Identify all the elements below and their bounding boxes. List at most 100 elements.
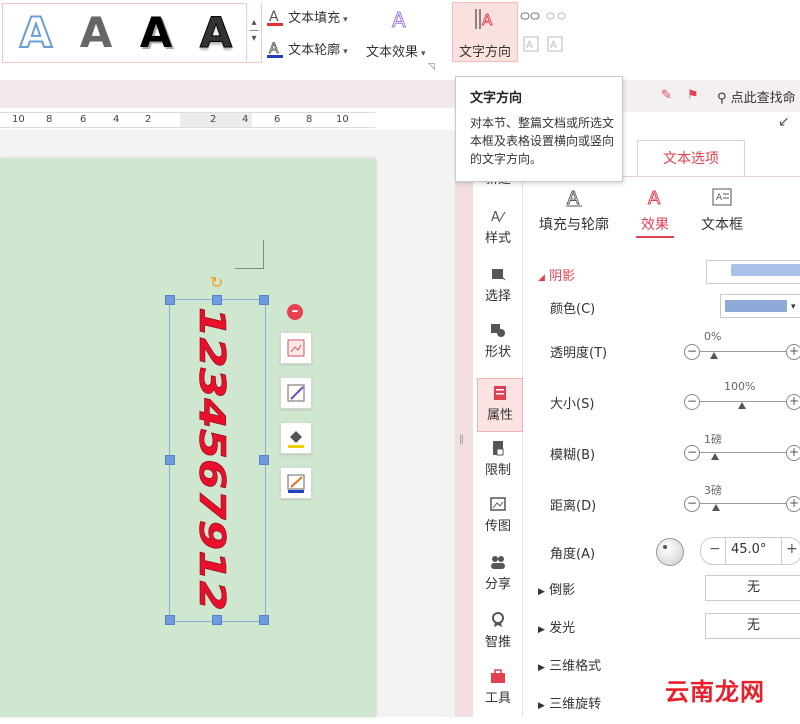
svg-text:A: A — [567, 188, 580, 208]
prev-textbox-icon[interactable]: A — [522, 35, 540, 57]
command-search-label: 点此查找命 — [730, 91, 796, 106]
tab-share-label: 分享 — [484, 577, 511, 592]
svg-text:A: A — [269, 9, 279, 25]
subtab-fill-outline-label: 填充与轮廓 — [539, 217, 609, 233]
ruler-tick: 8 — [306, 114, 313, 125]
shape-outline-button[interactable] — [280, 467, 312, 499]
ruler-tick: 4 — [113, 114, 120, 125]
text-direction-button[interactable]: A 文字方向 — [452, 2, 518, 62]
svg-text:A: A — [550, 40, 557, 51]
tab-style[interactable]: A 样式 — [474, 208, 522, 264]
svg-text:A: A — [648, 188, 661, 208]
text-direction-tooltip: 文字方向 对本节、整篇文档或所选文本框及表格设置横向或竖向的文字方向。 — [455, 76, 623, 182]
tab-properties[interactable]: 属性 — [477, 378, 523, 432]
tab-share[interactable]: 分享 — [474, 554, 522, 610]
tab-tools-label: 工具 — [484, 691, 511, 706]
reflection-dropdown[interactable]: 无 — [705, 575, 800, 601]
tab-restrict[interactable]: 限制 — [474, 440, 522, 496]
subtab-textbox[interactable]: A 文本框 — [700, 186, 744, 234]
resize-handle[interactable] — [212, 615, 222, 625]
properties-icon — [492, 385, 508, 401]
flag-icon[interactable]: ⚑ — [687, 88, 699, 103]
resize-handle[interactable] — [165, 615, 175, 625]
angle-spinner[interactable]: − 45.0° + — [700, 537, 800, 565]
tab-tools[interactable]: 工具 — [474, 668, 522, 724]
subtab-effects-label: 效果 — [641, 217, 669, 233]
angle-dial[interactable] — [656, 538, 684, 566]
wordart-style-2[interactable]: A — [71, 8, 121, 58]
expand-triangle-icon: ◢ — [538, 273, 545, 283]
rotation-3d-label: 三维旋转 — [549, 697, 602, 712]
text-outline-icon: A — [266, 40, 284, 62]
subtab-fill-outline[interactable]: A 填充与轮廓 — [537, 186, 611, 234]
wordart-style-4[interactable]: A — [191, 8, 241, 58]
distance-slider[interactable]: − + 3磅 — [684, 484, 800, 514]
format-3d-section[interactable]: ▶ 三维格式 — [538, 655, 601, 674]
vertical-text: 1234567912 — [191, 307, 232, 611]
resize-handle[interactable] — [259, 615, 269, 625]
collapse-arrow-icon[interactable]: ↙ — [778, 114, 790, 130]
collapsed-triangle-icon: ▶ — [538, 701, 545, 711]
collapsed-triangle-icon: ▶ — [538, 625, 545, 635]
blur-slider[interactable]: − + 1磅 — [684, 433, 800, 463]
ruler-tick: 6 — [80, 114, 87, 125]
ruler-tick: 2 — [145, 114, 152, 125]
subtab-effects[interactable]: A 效果 — [636, 186, 674, 238]
glow-section[interactable]: ▶ 发光 — [538, 617, 575, 636]
tab-recommend[interactable]: 智推 — [474, 612, 522, 668]
recommend-icon — [490, 612, 506, 628]
unlink-textbox-icon[interactable] — [546, 9, 566, 27]
shadow-section[interactable]: ◢ 阴影 — [538, 265, 575, 284]
remove-icon[interactable]: – — [287, 304, 303, 320]
layout-option-button[interactable] — [280, 332, 312, 364]
angle-value[interactable]: 45.0° — [731, 542, 766, 557]
doc-check-icon[interactable]: ✎ — [661, 88, 672, 103]
tab-select[interactable]: 选择 — [474, 266, 522, 322]
reflection-section[interactable]: ▶ 倒影 — [538, 579, 575, 598]
fill-outline-icon: A — [537, 186, 611, 212]
blur-label: 模糊(B) — [550, 448, 596, 463]
shape-style-button[interactable] — [280, 377, 312, 409]
link-textbox-icon[interactable] — [520, 9, 540, 27]
dialog-launcher-icon[interactable]: ◹ — [428, 62, 435, 72]
rotate-handle-icon[interactable]: ↻ — [210, 273, 223, 292]
svg-text:A: A — [716, 193, 723, 203]
glow-dropdown[interactable]: 无 — [705, 613, 800, 639]
next-textbox-icon[interactable]: A — [546, 35, 564, 57]
resize-handle[interactable] — [212, 295, 222, 305]
tooltip-title: 文字方向 — [470, 91, 523, 106]
tab-text-options[interactable]: 文本选项 — [637, 140, 745, 177]
shadow-color-picker[interactable]: ▾ — [720, 294, 800, 318]
wordart-style-1[interactable]: A — [11, 7, 61, 58]
wordart-style-3[interactable]: A — [131, 8, 181, 58]
tab-upload-image[interactable]: 传图 — [474, 496, 522, 552]
glow-label: 发光 — [549, 621, 576, 636]
command-search[interactable]: ⚲ 点此查找命 — [717, 87, 796, 106]
text-effect-button[interactable]: 文本效果 ▾ — [366, 41, 426, 60]
shadow-preset-dropdown[interactable] — [706, 260, 800, 284]
shape-fill-button[interactable] — [280, 422, 312, 454]
gallery-more-button[interactable]: ▴ — ▾ — [246, 3, 261, 61]
horizontal-ruler[interactable]: 10 8 6 4 2 2 4 6 8 10 — [0, 112, 375, 128]
pane-collapse-strip[interactable]: ‖ — [455, 112, 473, 717]
edit-shape-icon — [287, 384, 305, 402]
resize-handle[interactable] — [259, 295, 269, 305]
tab-upload-image-label: 传图 — [484, 519, 511, 534]
angle-increment-button[interactable]: + — [786, 541, 798, 557]
transparency-slider[interactable]: − + 0% — [684, 330, 800, 362]
side-tab-bar: 新建 A 样式 选择 形状 属性 限制 传图 分享 智推 工具 — [474, 112, 523, 717]
text-fill-button[interactable]: A 文本填充 ▾ — [266, 7, 348, 30]
text-fill-icon: A — [266, 8, 284, 30]
select-icon — [490, 266, 506, 282]
ruler-tick: 8 — [46, 114, 53, 125]
angle-decrement-button[interactable]: − — [709, 541, 721, 557]
size-slider[interactable]: − + 100% — [684, 380, 800, 412]
rotation-3d-section[interactable]: ▶ 三维旋转 — [538, 693, 601, 712]
tab-recommend-label: 智推 — [484, 635, 511, 650]
svg-text:A: A — [269, 41, 279, 57]
format-3d-label: 三维格式 — [549, 659, 602, 674]
resize-handle[interactable] — [165, 295, 175, 305]
tab-shape[interactable]: 形状 — [474, 322, 522, 378]
text-outline-button[interactable]: A 文本轮廓 ▾ — [266, 39, 348, 62]
restrict-icon — [490, 440, 506, 456]
